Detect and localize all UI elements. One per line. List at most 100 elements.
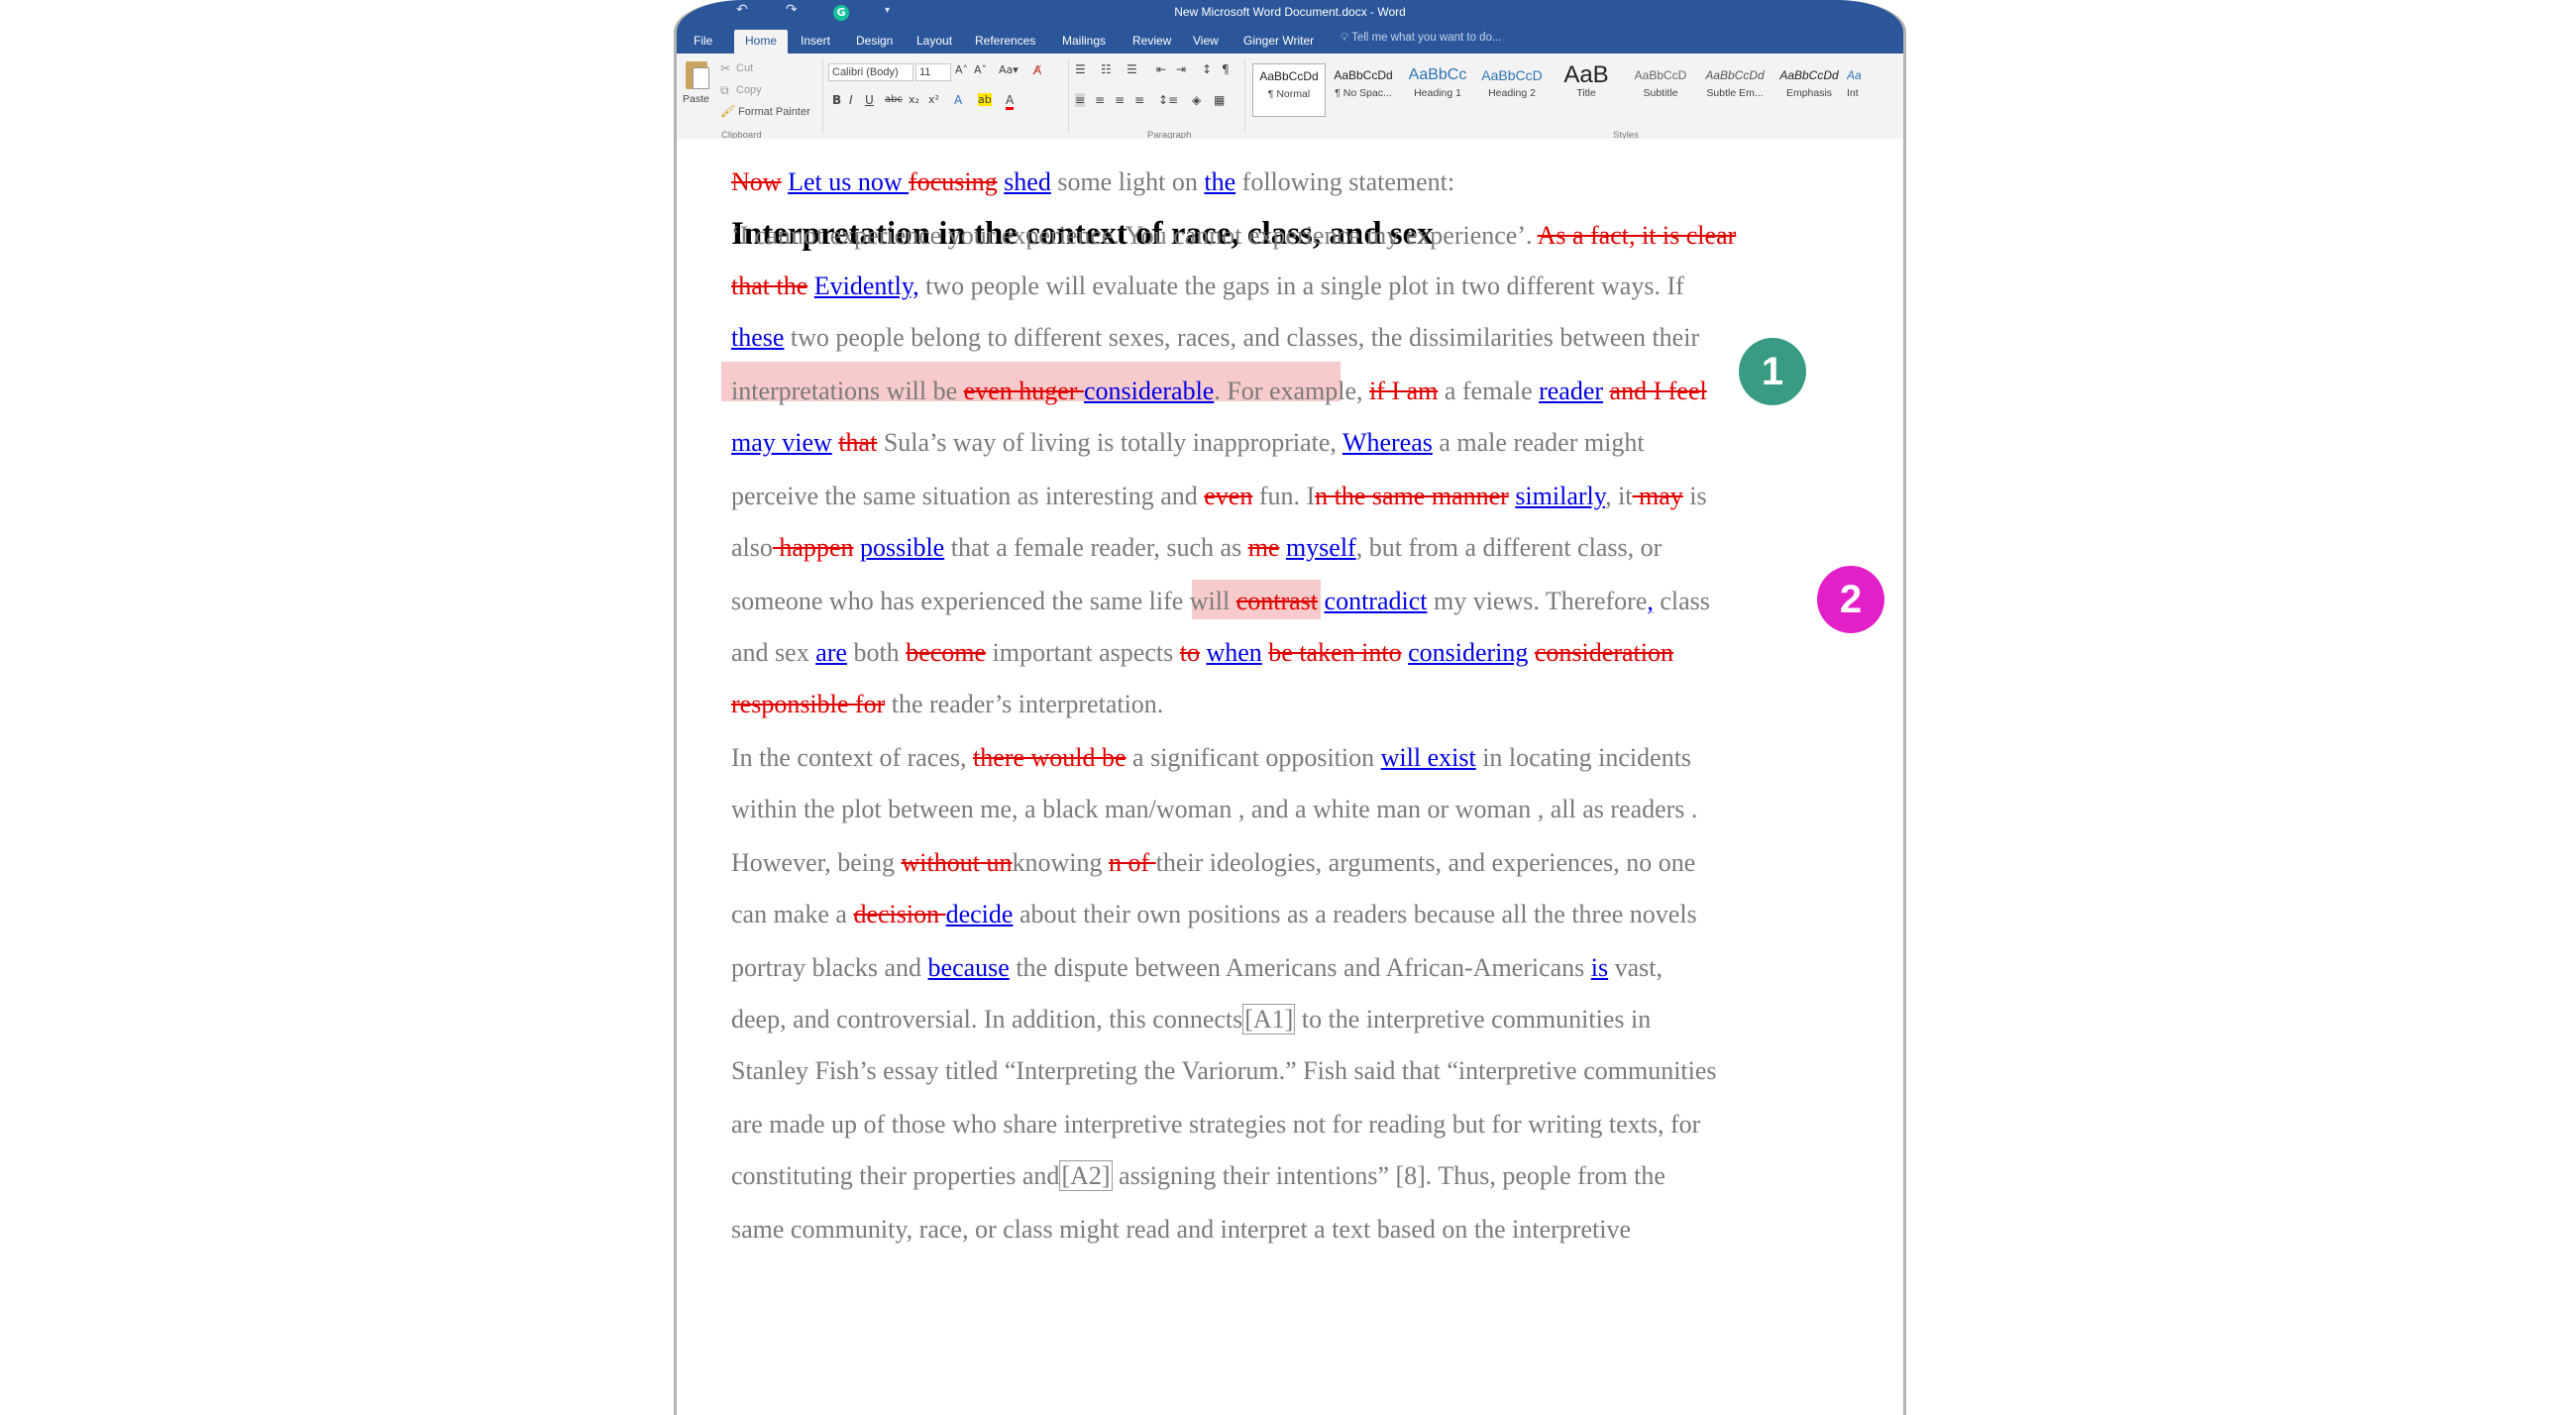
tab-home[interactable]: Home — [734, 30, 789, 54]
style-heading-2[interactable]: AaBbCcD Heading 2 — [1475, 63, 1549, 117]
deletion[interactable]: that — [838, 428, 877, 457]
paste-button[interactable]: Paste — [683, 61, 710, 117]
align-right-icon[interactable]: ≡ — [1115, 93, 1125, 107]
cut-button[interactable]: Cut — [736, 62, 753, 74]
insertion[interactable]: Evidently, — [814, 272, 919, 300]
multilevel-list-icon[interactable]: ☰ — [1127, 62, 1137, 76]
deletion[interactable]: happen — [773, 533, 853, 562]
bold-icon[interactable]: B — [832, 93, 841, 107]
deletion[interactable]: may — [1633, 482, 1683, 510]
deletion[interactable]: be taken into — [1268, 638, 1401, 667]
grow-font-icon[interactable]: A˄ — [955, 63, 968, 76]
insertion[interactable]: is — [1591, 953, 1608, 982]
body-line: perceive the same situation as interesti… — [731, 482, 1707, 511]
deletion[interactable]: to — [1180, 638, 1200, 667]
text-effects-icon[interactable]: A — [954, 93, 962, 107]
increase-indent-icon[interactable]: ⇥ — [1176, 62, 1186, 76]
insertion[interactable]: decide — [946, 900, 1014, 928]
style-normal[interactable]: AaBbCcDd ¶ Normal — [1252, 63, 1326, 117]
superscript-icon[interactable]: x² — [928, 93, 939, 106]
style-intense[interactable]: Aa Int — [1847, 63, 1886, 117]
insertion[interactable]: these — [731, 323, 784, 352]
align-left-icon[interactable]: ≡ — [1075, 93, 1086, 107]
deletion[interactable]: focusing — [909, 167, 998, 196]
deletion[interactable]: contrast — [1236, 587, 1318, 615]
underline-icon[interactable]: U — [865, 93, 874, 107]
insertion[interactable]: reader — [1539, 377, 1603, 405]
insertion[interactable]: contradict — [1325, 587, 1428, 615]
tab-file[interactable]: File — [683, 30, 723, 54]
tab-references[interactable]: References — [964, 30, 1046, 54]
decrease-indent-icon[interactable]: ⇤ — [1156, 62, 1166, 76]
clear-formatting-icon[interactable]: A̸ — [1033, 63, 1041, 77]
deletion[interactable]: decision — [853, 900, 945, 928]
shrink-font-icon[interactable]: A˅ — [974, 63, 987, 76]
borders-icon[interactable]: ▦ — [1214, 93, 1225, 107]
deletion[interactable]: responsible for — [731, 690, 885, 718]
deletion[interactable]: that the — [731, 272, 807, 300]
deletion[interactable]: without un — [902, 848, 1013, 877]
comment-anchor[interactable]: [A1] — [1242, 1004, 1296, 1034]
font-size-dropdown[interactable]: 11 — [915, 63, 951, 81]
numbering-icon[interactable]: ☷ — [1101, 62, 1112, 76]
insertion[interactable]: myself — [1286, 533, 1356, 562]
tell-me-search[interactable]: 💡︎ Tell me what you want to do... — [1341, 32, 1502, 45]
tab-view[interactable]: View — [1182, 30, 1230, 54]
justify-icon[interactable]: ≡ — [1134, 93, 1144, 107]
style-title[interactable]: AaB Title — [1550, 63, 1623, 117]
insertion[interactable]: because — [928, 953, 1010, 982]
style-no-spacing[interactable]: AaBbCcDd ¶ No Spac... — [1327, 63, 1400, 117]
deletion[interactable]: me — [1248, 533, 1280, 562]
tab-insert[interactable]: Insert — [790, 30, 841, 54]
tab-design[interactable]: Design — [845, 30, 904, 54]
sort-icon[interactable]: ↕ — [1202, 62, 1212, 76]
deletion[interactable]: there would be — [973, 743, 1127, 772]
insertion[interactable]: Let us now — [788, 167, 909, 196]
deletion[interactable]: Now — [731, 167, 782, 196]
change-case-icon[interactable]: Aa▾ — [999, 63, 1019, 76]
deletion[interactable]: even — [1204, 482, 1252, 510]
insertion[interactable]: possible — [860, 533, 944, 562]
italic-icon[interactable]: I — [849, 93, 853, 107]
highlight-color-icon[interactable]: ab — [978, 93, 992, 106]
deletion[interactable]: consideration — [1535, 638, 1673, 667]
shading-icon[interactable]: ◈ — [1192, 93, 1201, 107]
insertion[interactable]: are — [815, 638, 847, 667]
insertion[interactable]: considering — [1408, 638, 1528, 667]
insertion[interactable]: shed — [1004, 167, 1051, 196]
format-painter-button[interactable]: Format Painter — [738, 106, 810, 118]
tab-ginger-writer[interactable]: Ginger Writer — [1233, 30, 1325, 54]
tab-layout[interactable]: Layout — [906, 30, 963, 54]
insertion[interactable]: Whereas — [1342, 428, 1433, 457]
deletion[interactable]: even huger — [964, 377, 1084, 405]
font-name-dropdown[interactable]: Calibri (Body) — [828, 63, 913, 81]
style-heading-1[interactable]: AaBbCc Heading 1 — [1401, 63, 1474, 117]
tab-review[interactable]: Review — [1122, 30, 1182, 54]
deletion[interactable]: and I feel — [1610, 377, 1707, 405]
deletion[interactable]: become — [906, 638, 986, 667]
style-subtle-emphasis[interactable]: AaBbCcDd Subtle Em... — [1698, 63, 1771, 117]
subscript-icon[interactable]: x₂ — [909, 93, 919, 106]
deletion[interactable]: As a fact, it is clear — [1538, 221, 1737, 250]
align-center-icon[interactable]: ≡ — [1095, 93, 1105, 107]
tab-mailings[interactable]: Mailings — [1051, 30, 1117, 54]
document-page[interactable]: Interpretation in the context of race, c… — [677, 139, 1903, 1415]
strikethrough-icon[interactable]: abc — [885, 94, 903, 105]
style-emphasis[interactable]: AaBbCcDd Emphasis — [1772, 63, 1846, 117]
deletion[interactable]: n the same manner — [1315, 482, 1509, 510]
deletion[interactable]: if I am — [1369, 377, 1438, 405]
copy-button[interactable]: Copy — [736, 84, 762, 96]
insertion[interactable]: the — [1204, 167, 1235, 196]
font-color-icon[interactable]: A — [1006, 93, 1015, 110]
bullets-icon[interactable]: ☰ — [1075, 62, 1086, 76]
insertion[interactable]: considerable — [1084, 377, 1214, 405]
comment-anchor[interactable]: [A2] — [1059, 1160, 1113, 1191]
deletion[interactable]: n of — [1109, 848, 1156, 877]
insertion[interactable]: when — [1206, 638, 1261, 667]
insertion[interactable]: will exist — [1381, 743, 1476, 772]
line-spacing-icon[interactable]: ↕≡ — [1158, 93, 1178, 107]
insertion[interactable]: may view — [731, 428, 832, 457]
insertion[interactable]: similarly — [1515, 482, 1605, 510]
style-subtitle[interactable]: AaBbCcD Subtitle — [1624, 63, 1697, 117]
show-marks-icon[interactable]: ¶ — [1222, 62, 1230, 76]
